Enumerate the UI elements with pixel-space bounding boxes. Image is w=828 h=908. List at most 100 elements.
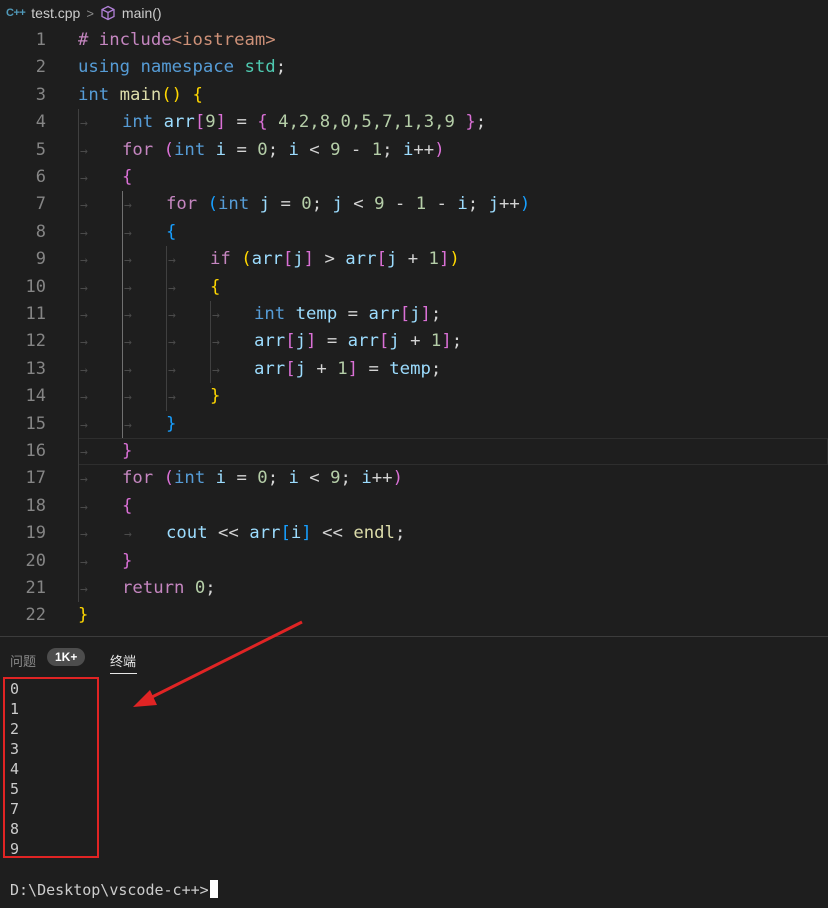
code-text: if (arr[j] > arr[j + 1])	[210, 246, 460, 273]
code-token: ;	[451, 331, 463, 352]
code-token: ;	[467, 194, 489, 215]
code-text: }	[210, 383, 220, 410]
tab-problems[interactable]: 问题	[10, 651, 36, 670]
whitespace-tab-marker: →	[168, 390, 176, 406]
whitespace-tab-marker: →	[212, 308, 220, 323]
tab-terminal[interactable]: 终端	[110, 651, 136, 670]
code-token: ]	[303, 249, 315, 270]
code-token: 9	[330, 468, 341, 489]
code-token: j	[295, 331, 307, 352]
code-token: std	[244, 57, 276, 78]
whitespace-tab-marker: →	[80, 390, 88, 406]
code-token: arr	[368, 304, 400, 324]
code-line: 12 → → → → arr[j] = arr[j + 1];	[0, 328, 828, 355]
code-line: 18 → {	[0, 493, 828, 520]
code-token: arr	[163, 112, 195, 133]
code-token: ]	[215, 112, 227, 133]
whitespace-tab-marker: →	[124, 225, 132, 241]
code-line: 21 → return 0;	[0, 575, 828, 602]
whitespace-tab-marker: →	[80, 280, 88, 296]
code-token: int	[218, 194, 250, 215]
code-token: for	[122, 468, 154, 489]
code-line: 19 → → cout << arr[i] << endl;	[0, 520, 828, 547]
code-token: =	[358, 358, 390, 379]
code-token: ;	[275, 57, 287, 78]
code-token: arr	[251, 249, 283, 270]
code-line: 17 → for (int i = 0; i < 9; i++)	[0, 465, 828, 492]
code-text: using namespace std;	[78, 54, 286, 81]
code-token: i	[402, 139, 414, 160]
code-token: 1	[428, 249, 439, 270]
code-token: <	[298, 139, 331, 160]
code-token: j	[410, 304, 421, 324]
line-number: 2	[35, 57, 46, 78]
code-token: }	[78, 605, 89, 626]
line-number: 14	[25, 386, 46, 407]
code-token: int	[174, 139, 206, 160]
code-token: j	[389, 331, 400, 352]
method-cube-icon	[101, 5, 115, 21]
line-number: 13	[25, 358, 46, 379]
whitespace-tab-marker: →	[80, 308, 88, 323]
code-token: 9	[374, 194, 385, 215]
whitespace-tab-marker: →	[212, 335, 220, 351]
code-token: endl	[353, 523, 395, 544]
whitespace-tab-marker: →	[80, 335, 88, 351]
line-number: 18	[25, 495, 46, 516]
breadcrumb-file[interactable]: test.cpp	[31, 5, 80, 21]
breadcrumb-symbol[interactable]: main()	[122, 5, 162, 21]
code-token: {	[257, 112, 268, 133]
code-token: cout	[166, 523, 208, 544]
code-token: ]	[306, 331, 317, 352]
code-line: 20 →}	[0, 548, 828, 575]
code-token: j	[259, 194, 271, 215]
code-line: 8 → → {	[0, 219, 828, 246]
code-token: ;	[340, 468, 362, 489]
code-token: <	[298, 468, 331, 489]
code-token: 0	[257, 468, 268, 489]
whitespace-tab-marker: →	[124, 308, 132, 323]
code-text: }	[122, 438, 132, 465]
code-token: temp	[295, 304, 338, 324]
code-line: 22}	[0, 602, 828, 629]
terminal-prompt[interactable]: D:\Desktop\vscode-c++>	[10, 880, 218, 899]
code-token: i	[288, 139, 299, 160]
code-token: +	[306, 358, 338, 379]
code-token: ;	[311, 194, 333, 215]
line-number: 1	[35, 30, 46, 50]
code-token: 0	[257, 139, 268, 160]
code-token: {	[122, 495, 133, 516]
code-text: cout << arr[i] << endl;	[166, 520, 405, 547]
code-token: =	[226, 139, 258, 160]
whitespace-tab-marker: →	[124, 417, 132, 433]
whitespace-tab-marker: →	[124, 390, 132, 406]
code-token: ;	[267, 139, 289, 160]
code-text: arr[j + 1] = temp;	[254, 356, 441, 383]
code-token: int	[78, 84, 110, 105]
code-editor[interactable]: 1 # include<iostream> 2 using namespace std…	[0, 26, 828, 634]
code-token: [	[280, 523, 291, 544]
code-token: j	[332, 194, 343, 215]
whitespace-tab-marker: →	[80, 253, 88, 269]
indent-guide	[78, 109, 79, 603]
code-token: 9	[205, 112, 216, 133]
code-text: {	[122, 493, 132, 520]
code-token: ;	[267, 468, 289, 489]
line-number: 20	[25, 550, 46, 571]
code-text: {	[210, 274, 220, 301]
code-text: for (int j = 0; j < 9 - 1 - i; j++)	[166, 191, 530, 218]
code-token: }	[122, 441, 133, 461]
code-line: 4 → int arr[9] = { 4,2,8,0,5,7,1,3,9 };	[0, 109, 828, 136]
whitespace-tab-marker: →	[80, 417, 88, 433]
line-number: 7	[35, 194, 46, 215]
code-token: <<	[311, 523, 354, 544]
code-token: }	[465, 112, 476, 133]
code-token: )	[392, 468, 403, 489]
code-token: for	[122, 139, 154, 160]
